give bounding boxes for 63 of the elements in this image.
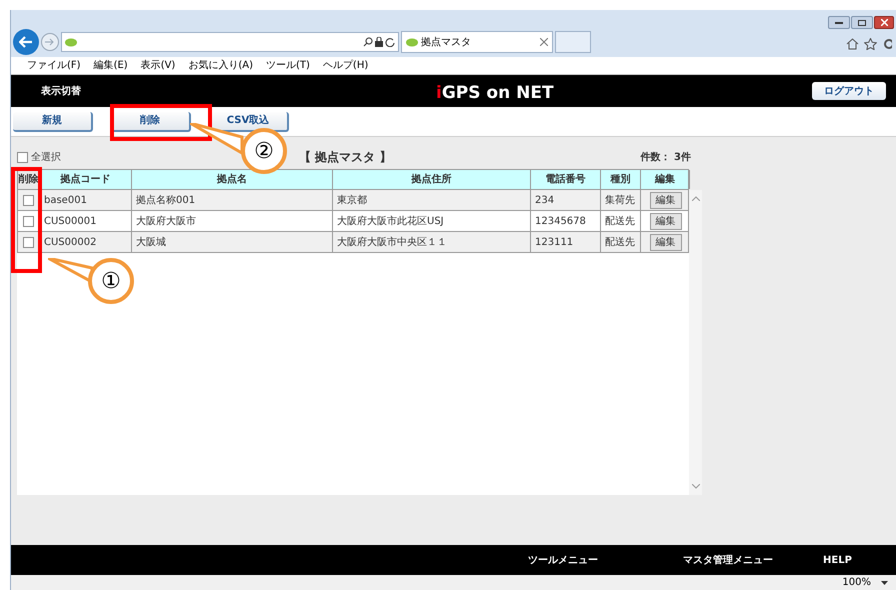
address-cell: 大阪府大阪市中央区１１ <box>333 232 531 252</box>
toolbar-button[interactable]: 削除 <box>111 112 191 132</box>
menu-item[interactable]: ファイル(F) <box>27 58 81 73</box>
code-cell: base001 <box>40 190 132 210</box>
maximize-icon[interactable] <box>851 16 873 29</box>
column-header: 種別 <box>601 170 641 189</box>
refresh-icon[interactable] <box>385 37 395 47</box>
phone-cell: 234 <box>531 190 601 210</box>
menu-item[interactable]: ツール(T) <box>266 58 310 73</box>
column-header: 拠点住所 <box>333 170 531 189</box>
leaf-icon <box>406 38 418 46</box>
minimize-icon[interactable] <box>828 16 850 29</box>
footer-link[interactable]: ツールメニュー <box>528 552 683 568</box>
checkbox[interactable] <box>23 194 34 206</box>
lock-icon <box>375 37 383 47</box>
close-icon[interactable] <box>874 16 894 29</box>
scrollbar[interactable] <box>689 190 702 495</box>
edit-button[interactable]: 編集 <box>650 212 682 230</box>
type-cell: 配送先 <box>601 232 641 252</box>
page-title: 【 拠点マスタ 】 <box>299 149 392 166</box>
record-count: 件数： 3件 <box>640 150 691 164</box>
view-switch-link[interactable]: 表示切替 <box>41 84 81 98</box>
checkbox[interactable] <box>23 236 34 248</box>
type-cell: 集荷先 <box>601 190 641 210</box>
caret-icon[interactable] <box>881 580 888 584</box>
code-cell: CUS00002 <box>40 232 132 252</box>
back-icon[interactable] <box>13 29 39 55</box>
leaf-icon <box>65 38 77 46</box>
home-icon[interactable] <box>846 38 859 50</box>
checkbox[interactable] <box>17 152 28 162</box>
app-logo: iGPS on NET <box>436 82 554 105</box>
type-cell: 配送先 <box>601 211 641 231</box>
toolbar-button[interactable]: 新規 <box>13 112 93 132</box>
menu-item[interactable]: 編集(E) <box>94 58 128 73</box>
menu-item[interactable]: 表示(V) <box>140 58 176 73</box>
name-cell: 拠点名称001 <box>132 190 333 210</box>
edit-button[interactable]: 編集 <box>650 234 682 250</box>
menu-item[interactable]: ヘルプ(H) <box>322 58 368 73</box>
column-header: 編集 <box>641 170 690 189</box>
column-header: 拠点コード <box>40 170 132 189</box>
browser-tab[interactable]: 拠点マスタ <box>401 31 553 53</box>
name-cell: 大阪府大阪市 <box>132 211 333 231</box>
code-cell: CUS00001 <box>40 211 132 231</box>
edit-button[interactable]: 編集 <box>650 192 682 208</box>
menu-item[interactable]: お気に入り(A) <box>188 58 253 73</box>
zoom-level[interactable]: 100% <box>842 575 871 590</box>
logout-button[interactable]: ログアウト <box>812 82 886 100</box>
phone-cell: 123111 <box>531 232 601 252</box>
star-icon[interactable] <box>864 38 877 50</box>
name-cell: 大阪城 <box>132 232 333 252</box>
address-cell: 東京都 <box>333 190 531 210</box>
footer-link[interactable]: マスタ管理メニュー <box>683 552 823 568</box>
address-cell: 大阪府大阪市此花区USJ <box>333 211 531 231</box>
close-icon[interactable] <box>540 38 548 46</box>
tab-title: 拠点マスタ <box>421 36 471 50</box>
search-icon[interactable] <box>363 37 373 47</box>
select-all-label: 全選択 <box>31 150 61 164</box>
scroll-up-icon[interactable] <box>692 196 700 201</box>
footer-link[interactable]: HELP <box>823 552 883 568</box>
checkbox[interactable] <box>23 216 34 226</box>
scroll-down-icon[interactable] <box>692 484 700 489</box>
column-header: 電話番号 <box>531 170 601 189</box>
phone-cell: 12345678 <box>531 211 601 231</box>
